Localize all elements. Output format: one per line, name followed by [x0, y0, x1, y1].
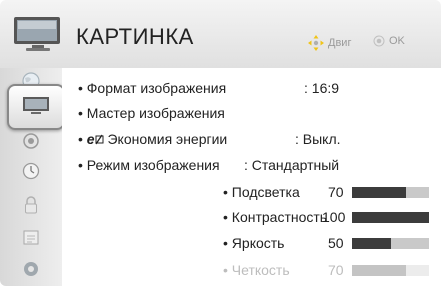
move-hint: Двиг [308, 35, 351, 51]
setting-value-backlight: 70 [328, 184, 344, 200]
sharpness-slider[interactable] [352, 265, 429, 276]
backlight-slider[interactable] [352, 187, 429, 198]
ok-hint: OK [373, 35, 405, 47]
sidebar-item-audio[interactable] [18, 130, 44, 152]
sidebar-item-picture[interactable] [7, 84, 65, 130]
slider-fill [352, 238, 391, 249]
menu-header: КАРТИНКА Двиг OK [0, 0, 441, 69]
aspect-ratio-label: • Формат изображения [78, 80, 227, 96]
sidebar-item-options[interactable] [18, 226, 44, 248]
setting-value-contrast: 100 [322, 209, 346, 225]
energy-saving-value: : Выкл. [295, 131, 341, 147]
speaker-icon [23, 133, 39, 149]
eco-icon: e [86, 131, 95, 147]
navigation-arrows-icon [308, 35, 324, 51]
contrast-slider[interactable] [352, 212, 429, 223]
setting-value-brightness: 50 [328, 235, 344, 251]
setting-value-sharpness: 70 [328, 262, 344, 278]
energy-saving-label: Экономия энергии [103, 131, 228, 147]
slider-fill [352, 265, 406, 276]
brightness-slider[interactable] [352, 238, 429, 249]
picture-mode-value: : Стандартный [244, 157, 340, 173]
aspect-ratio-item[interactable]: • Формат изображения [78, 80, 226, 96]
gear-icon [24, 262, 38, 276]
leaf-icon [95, 134, 104, 145]
aspect-ratio-value: : 16:9 [304, 80, 340, 96]
sidebar-item-lock[interactable] [18, 194, 44, 216]
ok-hint-label: OK [389, 35, 405, 47]
picture-wizard-label: • Мастер изображения [78, 105, 225, 121]
picture-mode-item[interactable]: • Режим изображения [78, 157, 220, 173]
slider-fill [352, 212, 429, 223]
setting-label-backlight: • Подсветка [223, 184, 300, 200]
sidebar-item-time[interactable] [18, 160, 44, 182]
picture-mode-label: • Режим изображения [78, 157, 220, 173]
setting-label-brightness: • Яркость [223, 235, 285, 251]
energy-saving-item[interactable]: • e Экономия энергии [78, 131, 227, 147]
category-sidebar [0, 68, 65, 286]
energy-bullet: • [78, 131, 87, 147]
picture-wizard-item[interactable]: • Мастер изображения [78, 105, 225, 121]
page-title: КАРТИНКА [76, 24, 194, 49]
setting-label-sharpness: • Четкость [223, 262, 290, 278]
lock-icon [25, 196, 37, 214]
picture-settings-list: • Формат изображения : 16:9 • Мастер изо… [62, 68, 441, 286]
tv-picture-icon [23, 97, 49, 114]
calendar-icon [23, 230, 39, 245]
tv-picture-icon [14, 17, 60, 51]
slider-fill [352, 187, 406, 198]
ok-button-icon [373, 35, 385, 47]
move-hint-label: Двиг [328, 37, 352, 49]
clock-icon [22, 162, 40, 180]
picture-menu-window: КАРТИНКА Двиг OK • Формат изображения: … [0, 0, 441, 286]
sidebar-item-network[interactable] [18, 258, 44, 280]
setting-label-contrast: • Контрастность [223, 209, 328, 225]
